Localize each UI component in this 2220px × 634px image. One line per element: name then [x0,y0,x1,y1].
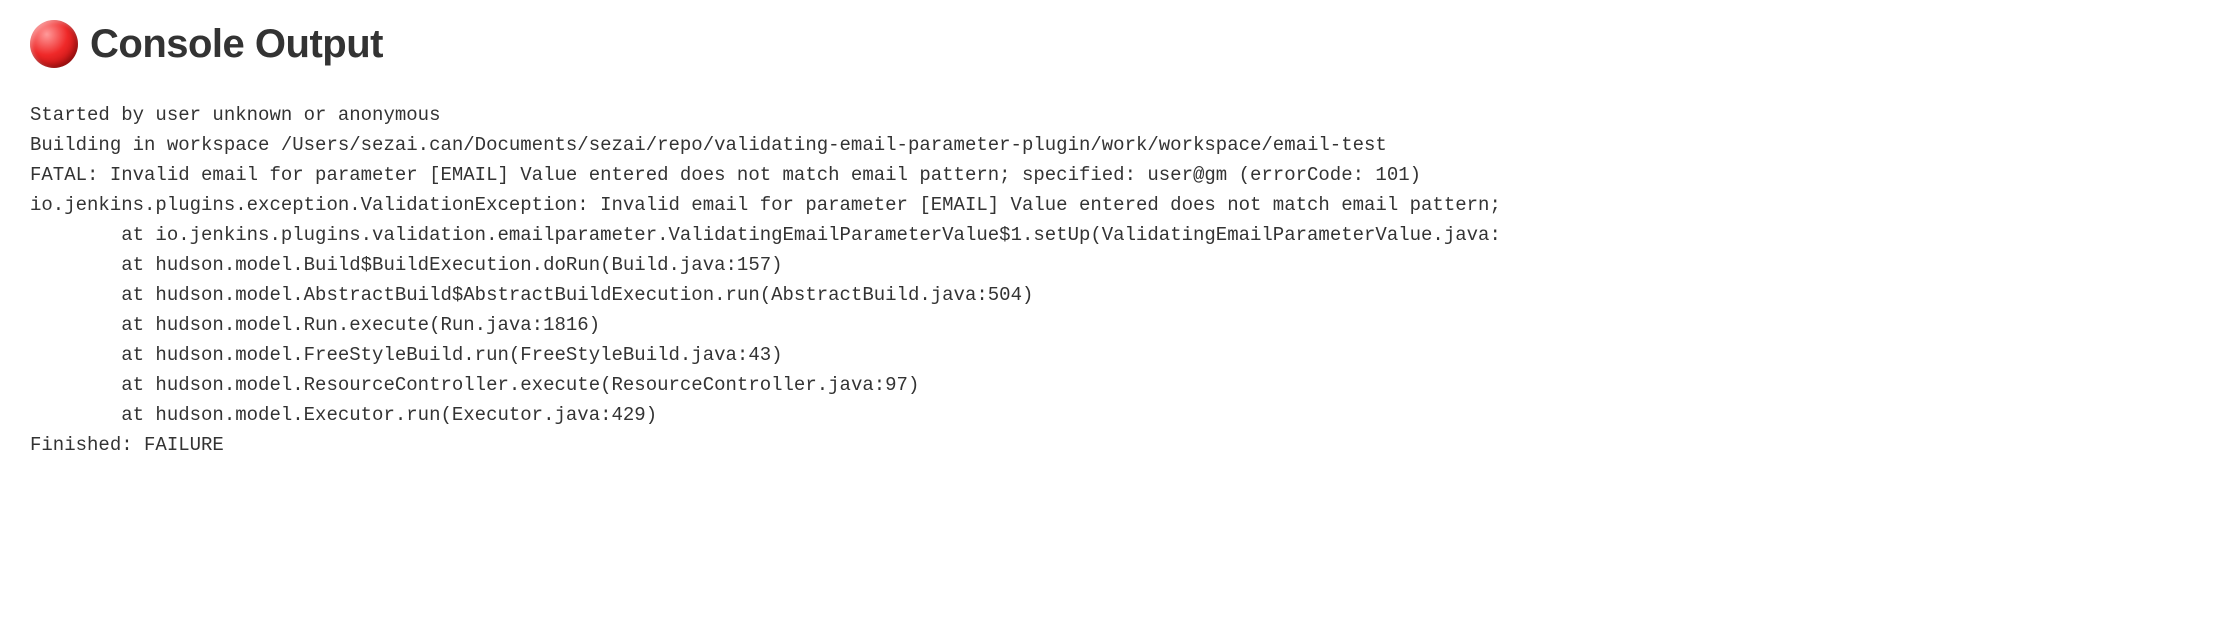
status-ball-red-icon [30,20,78,68]
console-header: Console Output [30,20,2190,68]
console-output: Started by user unknown or anonymous Bui… [30,100,2190,460]
page-title: Console Output [90,22,383,67]
